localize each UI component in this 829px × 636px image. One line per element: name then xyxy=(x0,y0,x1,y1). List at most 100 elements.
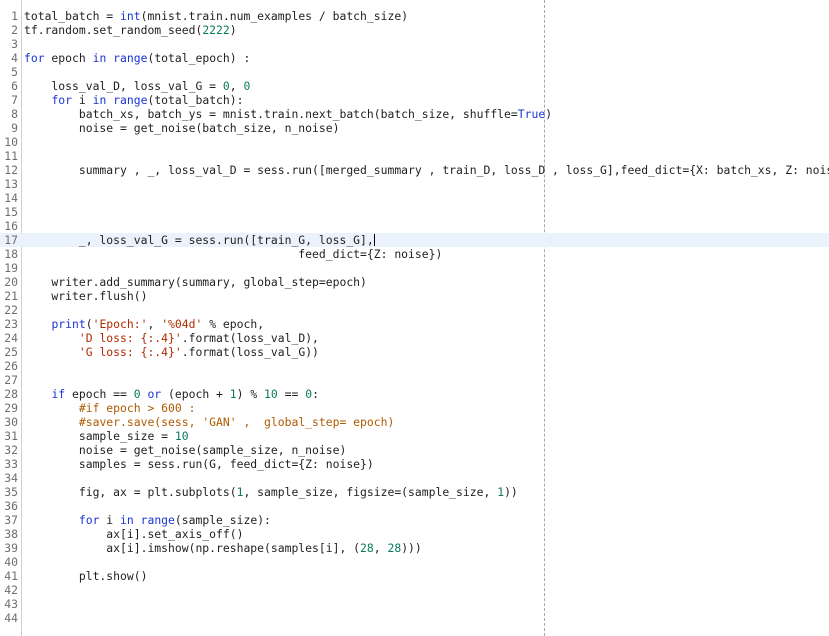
code-line[interactable]: 42 xyxy=(0,583,829,597)
line-number: 1 xyxy=(11,9,18,23)
code-line[interactable]: 18 feed_dict={Z: noise}) xyxy=(0,247,829,261)
line-number: 13 xyxy=(4,177,18,191)
code-line[interactable]: 20 writer.add_summary(summary, global_st… xyxy=(0,275,829,289)
code-line[interactable]: 33 samples = sess.run(G, feed_dict={Z: n… xyxy=(0,457,829,471)
line-number: 36 xyxy=(4,499,18,513)
code-line[interactable]: 29 #if epoch > 600 : xyxy=(0,401,829,415)
line-number: 43 xyxy=(4,597,18,611)
line-number: 34 xyxy=(4,471,18,485)
code-line[interactable]: 8 batch_xs, batch_ys = mnist.train.next_… xyxy=(0,107,829,121)
code-line[interactable]: 39 ax[i].imshow(np.reshape(samples[i], (… xyxy=(0,541,829,555)
line-number: 41 xyxy=(4,569,18,583)
code-text[interactable]: plt.show() xyxy=(24,569,148,583)
code-line[interactable]: 27 xyxy=(0,373,829,387)
code-line[interactable]: 32 noise = get_noise(sample_size, n_nois… xyxy=(0,443,829,457)
code-line[interactable]: 4 for epoch in range(total_epoch) : xyxy=(0,51,829,65)
code-line[interactable]: 21 writer.flush() xyxy=(0,289,829,303)
line-number: 26 xyxy=(4,359,18,373)
code-line[interactable]: 15 xyxy=(0,205,829,219)
code-text[interactable]: _, loss_val_G = sess.run([train_G, loss_… xyxy=(24,233,375,247)
code-line[interactable]: 35 fig, ax = plt.subplots(1, sample_size… xyxy=(0,485,829,499)
code-line[interactable]: 40 xyxy=(0,555,829,569)
line-number: 39 xyxy=(4,541,18,555)
code-editor[interactable]: 1 total_batch = int(mnist.train.num_examp… xyxy=(0,0,829,636)
code-line[interactable]: 23 print('Epoch:', '%04d' % epoch, xyxy=(0,317,829,331)
code-line[interactable]: 19 xyxy=(0,261,829,275)
code-line[interactable]: 31 sample_size = 10 xyxy=(0,429,829,443)
line-number: 24 xyxy=(4,331,18,345)
code-line[interactable]: 44 xyxy=(0,611,829,625)
code-text[interactable]: print('Epoch:', '%04d' % epoch, xyxy=(24,317,264,331)
code-text[interactable]: if epoch == 0 or (epoch + 1) % 10 == 0: xyxy=(24,387,318,401)
code-text[interactable]: writer.flush() xyxy=(24,289,147,303)
code-line[interactable]: 10 xyxy=(0,135,829,149)
line-number: 17 xyxy=(4,233,18,247)
line-number: 14 xyxy=(4,191,18,205)
code-text[interactable]: noise = get_noise(sample_size, n_noise) xyxy=(24,443,346,457)
code-line[interactable]: 38 ax[i].set_axis_off() xyxy=(0,527,829,541)
code-text[interactable]: summary , _, loss_val_D = sess.run([merg… xyxy=(24,163,829,177)
code-text[interactable]: fig, ax = plt.subplots(1, sample_size, f… xyxy=(24,485,518,499)
code-line[interactable]: 34 xyxy=(0,471,829,485)
line-number: 33 xyxy=(4,457,18,471)
line-number: 2 xyxy=(11,23,18,37)
code-line[interactable]: 22 xyxy=(0,303,829,317)
code-line[interactable]: 26 xyxy=(0,359,829,373)
line-number: 7 xyxy=(11,93,18,107)
code-line[interactable]: 12 summary , _, loss_val_D = sess.run([m… xyxy=(0,163,829,177)
code-text[interactable]: #saver.save(sess, 'GAN' , global_step= e… xyxy=(24,415,394,429)
code-line[interactable]: 37 for i in range(sample_size): xyxy=(0,513,829,527)
code-text[interactable]: loss_val_D, loss_val_G = 0, 0 xyxy=(24,79,250,93)
code-line[interactable]: 11 xyxy=(0,149,829,163)
line-number: 21 xyxy=(4,289,18,303)
code-line[interactable]: 17 _, loss_val_G = sess.run([train_G, lo… xyxy=(0,233,829,247)
line-number: 4 xyxy=(11,51,18,65)
code-line[interactable]: 13 xyxy=(0,177,829,191)
code-line[interactable]: 36 xyxy=(0,499,829,513)
code-line[interactable]: 14 xyxy=(0,191,829,205)
code-text[interactable]: total_batch = int(mnist.train.num_exampl… xyxy=(24,9,408,23)
code-line[interactable]: 43 xyxy=(0,597,829,611)
line-number: 10 xyxy=(4,135,18,149)
line-number: 12 xyxy=(4,163,18,177)
code-text[interactable]: ax[i].imshow(np.reshape(samples[i], (28,… xyxy=(24,541,421,555)
code-text[interactable]: batch_xs, batch_ys = mnist.train.next_ba… xyxy=(24,107,552,121)
code-line[interactable]: 28 if epoch == 0 or (epoch + 1) % 10 == … xyxy=(0,387,829,401)
line-number: 5 xyxy=(11,65,18,79)
code-line[interactable]: 25 'G loss: {:.4}'.format(loss_val_G)) xyxy=(0,345,829,359)
code-text[interactable]: ax[i].set_axis_off() xyxy=(24,527,243,541)
code-text[interactable]: noise = get_noise(batch_size, n_noise) xyxy=(24,121,340,135)
code-text[interactable]: for i in range(total_batch): xyxy=(24,93,243,107)
code-line[interactable]: 30 #saver.save(sess, 'GAN' , global_step… xyxy=(0,415,829,429)
code-text[interactable]: for epoch in range(total_epoch) : xyxy=(24,51,250,65)
code-line[interactable]: 3 xyxy=(0,37,829,51)
line-number: 29 xyxy=(4,401,18,415)
code-line[interactable]: 7 for i in range(total_batch): xyxy=(0,93,829,107)
code-line[interactable]: 6 loss_val_D, loss_val_G = 0, 0 xyxy=(0,79,829,93)
code-text[interactable]: tf.random.set_random_seed(2222) xyxy=(24,23,237,37)
line-number: 9 xyxy=(11,121,18,135)
code-text[interactable]: 'D loss: {:.4}'.format(loss_val_D), xyxy=(24,331,319,345)
code-text[interactable]: writer.add_summary(summary, global_step=… xyxy=(24,275,366,289)
line-number: 28 xyxy=(4,387,18,401)
code-text[interactable]: for i in range(sample_size): xyxy=(24,513,271,527)
code-text[interactable]: samples = sess.run(G, feed_dict={Z: nois… xyxy=(24,457,374,471)
code-text[interactable]: 'G loss: {:.4}'.format(loss_val_G)) xyxy=(24,345,319,359)
code-line[interactable]: 1 total_batch = int(mnist.train.num_examp… xyxy=(0,9,829,23)
code-line[interactable]: 9 noise = get_noise(batch_size, n_noise) xyxy=(0,121,829,135)
code-line[interactable]: 24 'D loss: {:.4}'.format(loss_val_D), xyxy=(0,331,829,345)
code-line[interactable]: 2 tf.random.set_random_seed(2222) xyxy=(0,23,829,37)
code-text[interactable]: #if epoch > 600 : xyxy=(24,401,196,415)
line-number: 37 xyxy=(4,513,18,527)
line-number: 35 xyxy=(4,485,18,499)
code-text[interactable]: sample_size = 10 xyxy=(24,429,189,443)
code-line[interactable]: 41 plt.show() xyxy=(0,569,829,583)
code-line[interactable]: 5 xyxy=(0,65,829,79)
line-number: 40 xyxy=(4,555,18,569)
code-text[interactable]: feed_dict={Z: noise}) xyxy=(24,247,442,261)
line-number: 38 xyxy=(4,527,18,541)
line-number: 25 xyxy=(4,345,18,359)
line-number: 23 xyxy=(4,317,18,331)
line-number: 22 xyxy=(4,303,18,317)
code-line[interactable]: 16 xyxy=(0,219,829,233)
